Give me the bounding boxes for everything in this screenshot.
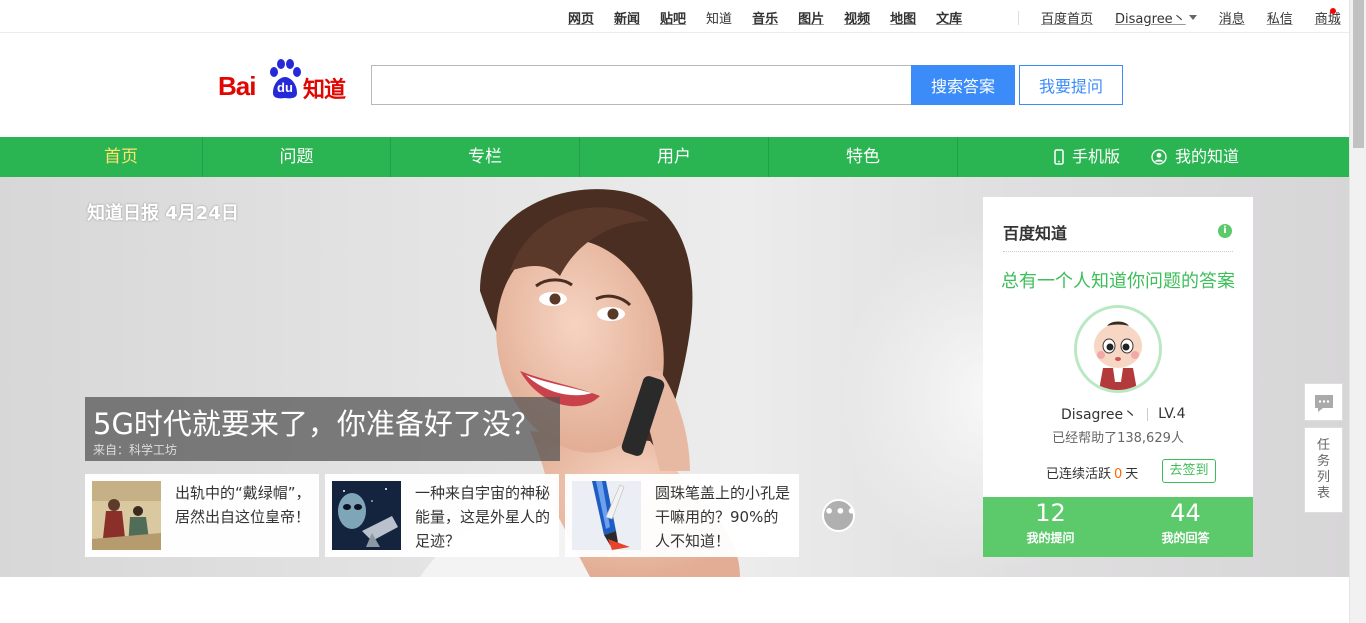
link-images[interactable]: 图片 (798, 8, 824, 27)
divider (1018, 10, 1019, 25)
divider (1147, 407, 1149, 421)
nav-my-zhidao[interactable]: 我的知道 (1151, 137, 1239, 177)
helped-count: 已经帮助了138,629人 (1052, 431, 1184, 446)
active-streak: 已连续活跃 0 天 (1046, 463, 1138, 482)
story-thumbnail (92, 481, 161, 550)
nav-mobile-label: 手机版 (1072, 147, 1121, 166)
headline-caption[interactable]: 5G时代就要来了，你准备好了没？ 来自：科学工坊 (85, 397, 560, 461)
info-icon[interactable]: i (1218, 224, 1232, 238)
task-char: 表 (1316, 486, 1330, 501)
story-card[interactable]: 一种来自宇宙的神秘能量，这是外星人的足迹？ (325, 474, 559, 557)
link-map[interactable]: 地图 (890, 8, 916, 27)
logo-zhidao: 知道 (303, 78, 346, 103)
link-news[interactable]: 新闻 (614, 8, 640, 27)
main-nav: 首页 问题 专栏 用户 特色 手机版 我的知道 (0, 137, 1349, 177)
link-music[interactable]: 音乐 (752, 8, 778, 27)
panel-username[interactable]: Disagree丶 (1061, 404, 1137, 424)
nav-my-zhidao-label: 我的知道 (1175, 147, 1240, 166)
streak-suffix: 天 (1125, 467, 1139, 482)
user-panel: 百度知道 i 总有一个人知道你问题的答案 Disagree丶 LV.4 已经帮助… (983, 197, 1253, 557)
sign-in-button[interactable]: 去签到 (1162, 459, 1216, 483)
ask-question-button[interactable]: 我要提问 (1019, 65, 1123, 105)
story-thumbnail (572, 481, 641, 550)
private-messages-link[interactable]: 私信 (1267, 8, 1293, 27)
task-char: 任 (1316, 438, 1330, 453)
questions-count: 12 (1035, 499, 1066, 527)
nav-divider (957, 137, 958, 177)
notification-dot (1330, 8, 1336, 14)
link-video[interactable]: 视频 (844, 8, 870, 27)
user-menu[interactable]: Disagree丶 (1115, 8, 1197, 27)
scrollbar-thumb[interactable] (1353, 0, 1364, 148)
baidu-home-link[interactable]: 百度首页 (1041, 8, 1093, 27)
product-links: 网页 新闻 贴吧 知道 音乐 图片 视频 地图 文库 (568, 8, 982, 27)
scrollbar[interactable] (1349, 0, 1366, 623)
baidu-zhidao-logo[interactable]: Bai du 知道 (218, 57, 354, 103)
story-card[interactable]: 圆珠笔盖上的小孔是干嘛用的？90%的人不知道！ (565, 474, 799, 557)
user-stats: 12 我的提问 44 我的回答 (983, 497, 1253, 557)
streak-prefix: 已连续活跃 (1046, 467, 1112, 482)
task-list-button[interactable]: 任 务 列 表 (1304, 427, 1343, 513)
nav-questions[interactable]: 问题 (203, 137, 390, 177)
story-title[interactable]: 圆珠笔盖上的小孔是干嘛用的？90%的人不知道！ (655, 481, 791, 553)
task-char: 务 (1316, 454, 1330, 469)
story-title[interactable]: 一种来自宇宙的神秘能量，这是外星人的足迹？ (415, 481, 551, 553)
story-card[interactable]: 出轨中的“戴绿帽”，居然出自这位皇帝！ (85, 474, 319, 557)
nav-home[interactable]: 首页 (40, 137, 202, 177)
avatar[interactable] (1074, 305, 1162, 393)
streak-days: 0 (1114, 467, 1123, 482)
user-icon (1151, 149, 1167, 165)
messages-link[interactable]: 消息 (1219, 8, 1245, 27)
feedback-button[interactable] (1304, 383, 1343, 421)
user-level: LV.4 (1158, 406, 1186, 422)
username-label: Disagree丶 (1115, 12, 1186, 27)
top-bar: 网页 新闻 贴吧 知道 音乐 图片 视频 地图 文库 百度首页 Disagree… (0, 0, 1349, 33)
search-input[interactable] (371, 65, 912, 105)
link-zhidao: 知道 (706, 12, 733, 27)
search-button[interactable]: 搜索答案 (911, 65, 1015, 105)
chevron-down-icon (1188, 15, 1197, 20)
my-questions[interactable]: 12 我的提问 (983, 497, 1118, 546)
answers-label: 我的回答 (1161, 531, 1210, 545)
nav-columns[interactable]: 专栏 (391, 137, 579, 177)
phone-icon (1054, 149, 1064, 165)
my-answers[interactable]: 44 我的回答 (1118, 497, 1253, 546)
nav-users[interactable]: 用户 (580, 137, 768, 177)
nav-features[interactable]: 特色 (769, 137, 957, 177)
link-tieba[interactable]: 贴吧 (660, 8, 686, 27)
panel-title: 百度知道 (1003, 224, 1068, 243)
logo-bai: Bai (218, 71, 256, 101)
daily-date-label: 知道日报 4月24日 (87, 203, 239, 224)
headline-title[interactable]: 5G时代就要来了，你准备好了没？ (93, 401, 540, 443)
story-thumbnail (332, 481, 401, 550)
avatar-image (1077, 308, 1159, 390)
answers-count: 44 (1170, 499, 1201, 527)
user-links: 百度首页 Disagree丶 消息 私信 商城 (1018, 8, 1341, 27)
link-wenku[interactable]: 文库 (936, 8, 962, 27)
chat-icon (1315, 395, 1333, 412)
questions-label: 我的提问 (1026, 531, 1075, 545)
story-title[interactable]: 出轨中的“戴绿帽”，居然出自这位皇帝！ (175, 481, 311, 529)
slogan: 总有一个人知道你问题的答案 (1001, 271, 1235, 292)
mall-link[interactable]: 商城 (1315, 8, 1341, 27)
logo-du: du (277, 80, 293, 95)
link-web[interactable]: 网页 (568, 8, 594, 27)
nav-mobile[interactable]: 手机版 (1054, 137, 1120, 177)
more-stories-button[interactable]: ••• (822, 499, 857, 532)
user-info: Disagree丶 LV.4 (1061, 404, 1186, 424)
headline-source: 来自：科学工坊 (93, 443, 178, 457)
task-char: 列 (1316, 470, 1330, 485)
divider (1003, 251, 1233, 252)
